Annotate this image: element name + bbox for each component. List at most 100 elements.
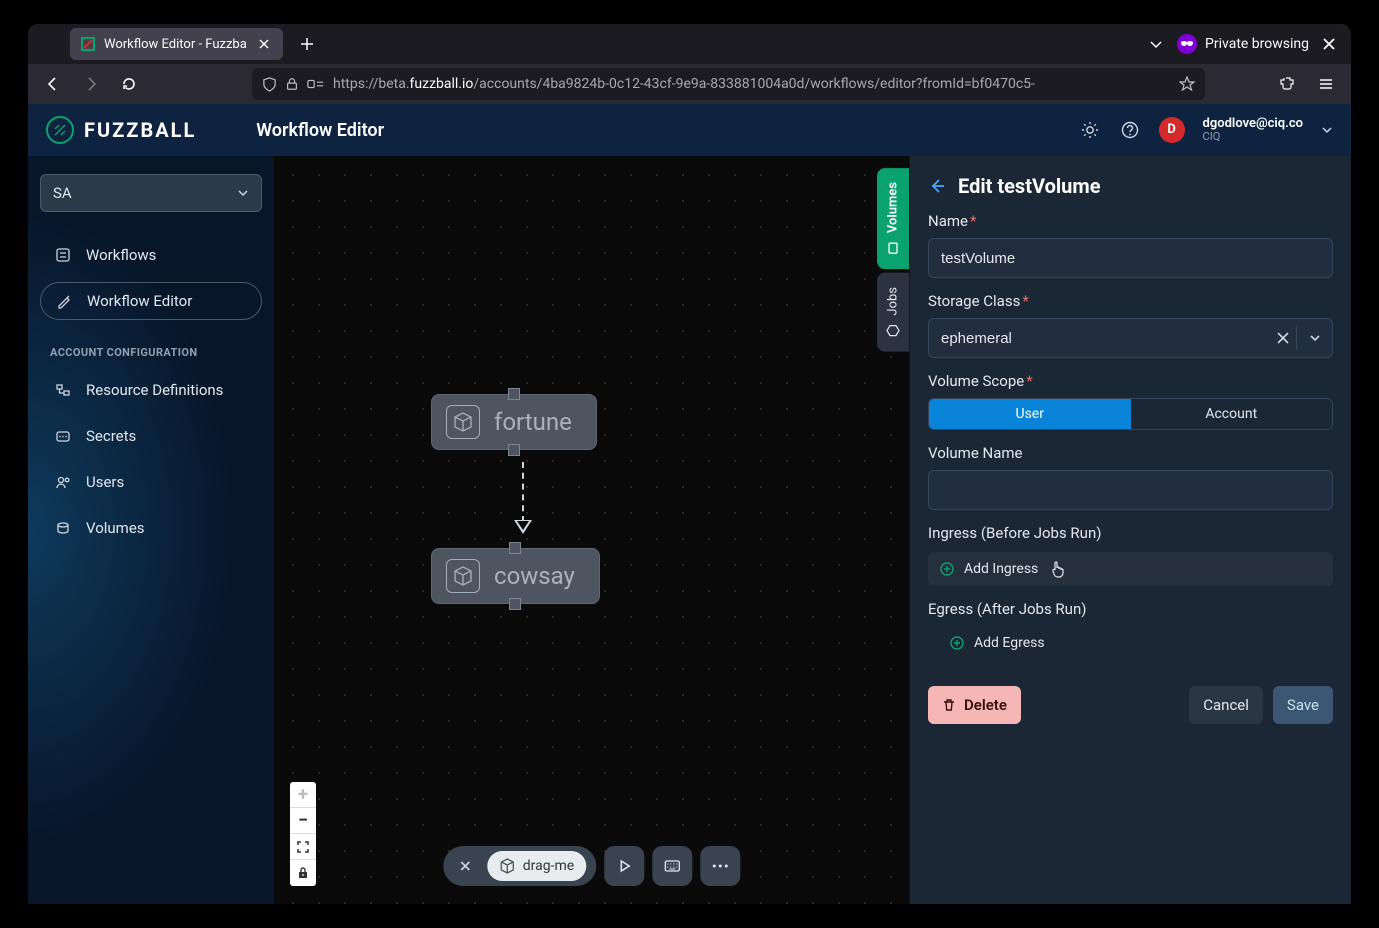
tabs-list-icon[interactable] — [1149, 37, 1163, 51]
sidebar-item-users[interactable]: Users — [40, 463, 262, 501]
shield-icon[interactable] — [262, 77, 277, 92]
browser-toolbar: https://beta.fuzzball.io/accounts/4ba982… — [28, 64, 1351, 104]
help-icon[interactable] — [1119, 119, 1141, 141]
zoom-out-button[interactable]: − — [290, 808, 316, 834]
drag-chip[interactable]: drag-me — [487, 851, 586, 881]
workflow-canvas[interactable]: fortune cowsay Volum — [274, 156, 909, 904]
workflow-node-fortune[interactable]: fortune — [431, 394, 597, 450]
keyboard-button[interactable] — [652, 846, 692, 886]
logo-badge-icon — [46, 116, 74, 144]
trash-icon — [942, 698, 956, 712]
panel-back-icon[interactable] — [928, 177, 946, 195]
edit-volume-panel: Edit testVolume Name* Storage Class* — [909, 156, 1351, 904]
private-browsing-indicator: Private browsing — [1177, 34, 1309, 54]
volume-name-label: Volume Name — [928, 444, 1333, 462]
pointer-cursor-icon — [1050, 560, 1066, 578]
sidebar-item-label: Workflow Editor — [87, 292, 192, 310]
nav-back-icon[interactable] — [38, 69, 68, 99]
browser-tab[interactable]: Workflow Editor - Fuzzba — [70, 28, 283, 60]
editor-icon — [55, 293, 73, 309]
side-tab-jobs[interactable]: Jobs — [877, 273, 909, 352]
side-tab-volumes[interactable]: Volumes — [877, 168, 909, 269]
permissions-icon[interactable] — [307, 77, 325, 91]
canvas-bottom-toolbar: drag-me — [443, 846, 740, 886]
save-button[interactable]: Save — [1273, 686, 1333, 724]
name-label: Name* — [928, 212, 1333, 230]
private-browsing-label: Private browsing — [1205, 36, 1309, 52]
avatar[interactable]: D — [1159, 117, 1185, 143]
tab-close-icon[interactable] — [255, 35, 273, 53]
plus-circle-icon — [950, 636, 964, 650]
sidebar-section-label: ACCOUNT CONFIGURATION — [40, 338, 262, 363]
nav-forward-icon — [76, 69, 106, 99]
user-menu[interactable]: dgodlove@ciq.co CIQ — [1203, 117, 1303, 143]
cube-icon — [499, 858, 515, 874]
chevron-down-icon[interactable] — [1309, 332, 1321, 344]
dot-grid — [274, 156, 909, 904]
zoom-lock-button[interactable] — [290, 860, 316, 886]
cube-icon — [446, 405, 480, 439]
brand-name: FUZZBALL — [84, 118, 196, 142]
cancel-button[interactable]: Cancel — [1189, 686, 1263, 724]
url-bar[interactable]: https://beta.fuzzball.io/accounts/4ba982… — [252, 68, 1205, 100]
node-handle-bottom[interactable] — [508, 444, 520, 456]
tab-favicon-icon — [80, 36, 96, 52]
delete-button[interactable]: Delete — [928, 686, 1021, 724]
zoom-in-button[interactable]: + — [290, 782, 316, 808]
volume-name-input[interactable] — [928, 470, 1333, 510]
chevron-down-icon — [237, 187, 249, 199]
sidebar: SA Workflows Workflow Editor ACCOUNT CON… — [28, 156, 274, 904]
node-handle-bottom[interactable] — [509, 598, 521, 610]
add-egress-button[interactable]: Add Egress — [928, 626, 1333, 660]
pill-close-icon[interactable] — [453, 854, 477, 878]
browser-tab-bar: Workflow Editor - Fuzzba Private browsin… — [28, 24, 1351, 64]
extensions-icon[interactable] — [1273, 69, 1303, 99]
workflow-node-cowsay[interactable]: cowsay — [431, 548, 600, 604]
volume-scope-label: Volume Scope* — [928, 372, 1333, 390]
run-button[interactable] — [604, 846, 644, 886]
ingress-label: Ingress (Before Jobs Run) — [928, 524, 1333, 542]
lock-icon[interactable] — [285, 77, 299, 91]
window-close-icon[interactable] — [1323, 38, 1335, 50]
zoom-fit-button[interactable] — [290, 834, 316, 860]
sidebar-item-label: Secrets — [86, 427, 136, 445]
name-input[interactable] — [928, 238, 1333, 278]
sidebar-item-workflow-editor[interactable]: Workflow Editor — [40, 282, 262, 320]
new-tab-icon[interactable] — [293, 30, 321, 58]
sidebar-item-label: Resource Definitions — [86, 381, 223, 399]
sidebar-item-secrets[interactable]: Secrets — [40, 417, 262, 455]
storage-class-label: Storage Class* — [928, 292, 1333, 310]
nav-reload-icon[interactable] — [114, 69, 144, 99]
node-handle-top[interactable] — [509, 542, 521, 554]
sidebar-item-volumes[interactable]: Volumes — [40, 509, 262, 547]
brand-logo[interactable]: FUZZBALL — [46, 116, 196, 144]
url-text: https://beta.fuzzball.io/accounts/4ba982… — [333, 76, 1171, 92]
volumes-icon — [886, 241, 900, 255]
add-ingress-button[interactable]: Add Ingress — [928, 552, 1333, 586]
sidebar-item-label: Volumes — [86, 519, 145, 537]
app-menu-icon[interactable] — [1311, 69, 1341, 99]
bookmark-star-icon[interactable] — [1179, 76, 1195, 92]
node-handle-top[interactable] — [508, 388, 520, 400]
scope-user-button[interactable]: User — [929, 399, 1131, 429]
account-selector-value: SA — [53, 184, 72, 202]
scope-account-button[interactable]: Account — [1131, 399, 1333, 429]
clear-icon[interactable] — [1277, 332, 1289, 344]
theme-toggle-icon[interactable] — [1079, 119, 1101, 141]
cube-icon — [886, 324, 900, 338]
account-selector[interactable]: SA — [40, 174, 262, 212]
sidebar-item-resource-definitions[interactable]: Resource Definitions — [40, 371, 262, 409]
cube-icon — [446, 559, 480, 593]
zoom-controls: + − — [290, 782, 316, 886]
users-icon — [54, 474, 72, 490]
storage-class-select[interactable] — [928, 318, 1333, 358]
more-button[interactable] — [700, 846, 740, 886]
node-label: fortune — [494, 408, 572, 436]
user-menu-chevron-icon[interactable] — [1321, 124, 1333, 136]
tab-title: Workflow Editor - Fuzzba — [104, 37, 247, 52]
edge-line — [522, 462, 524, 522]
sidebar-item-label: Workflows — [86, 246, 156, 264]
user-org: CIQ — [1203, 131, 1303, 143]
sidebar-item-workflows[interactable]: Workflows — [40, 236, 262, 274]
egress-label: Egress (After Jobs Run) — [928, 600, 1333, 618]
